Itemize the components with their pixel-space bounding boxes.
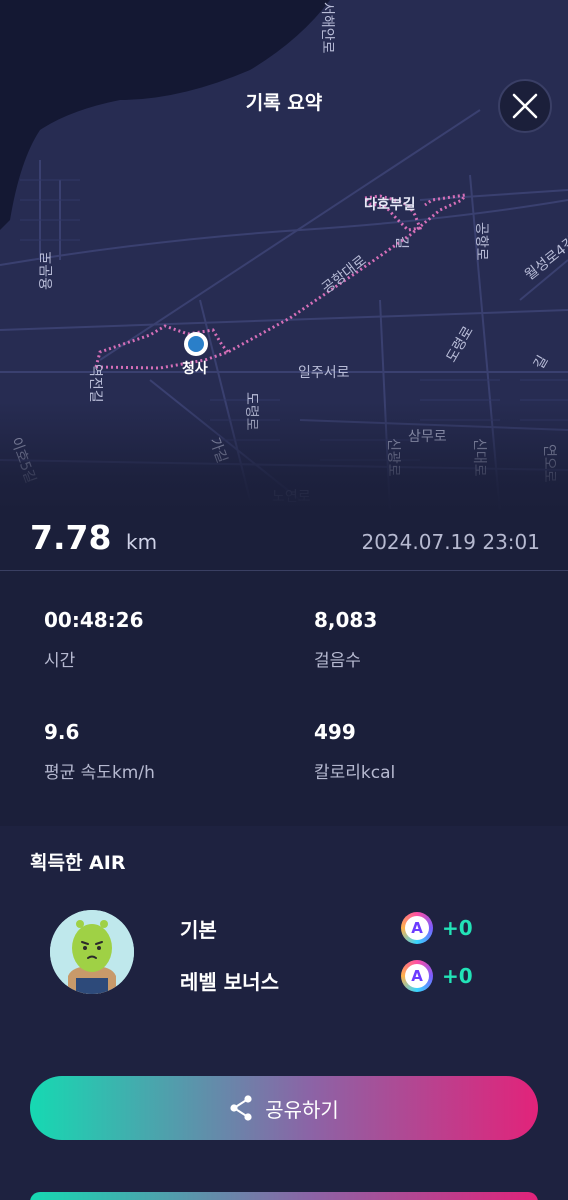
stat-speed-label: 평균 속도km/h <box>44 763 155 783</box>
air-title: 획득한 AIR <box>30 852 126 874</box>
reward-basic-label: 기본 <box>180 918 217 942</box>
reward-basic-value: +0 <box>442 916 473 940</box>
air-coin-icon: A <box>401 960 433 992</box>
stat-time-value: 00:48:26 <box>44 608 144 632</box>
stat-speed-value: 9.6 <box>44 720 80 744</box>
map-label-sindae: 신대로 <box>471 438 487 477</box>
record-datetime: 2024.07.19 23:01 <box>361 530 540 554</box>
map-label-noyeon: 노연로 <box>272 489 311 505</box>
share-label: 공유하기 <box>265 1097 339 1122</box>
map-label-ilju: 일주서로 <box>298 365 350 381</box>
share-icon <box>230 1095 252 1121</box>
stat-time-label: 시간 <box>44 651 76 671</box>
map-label-gil1: 길 <box>393 236 409 249</box>
divider <box>0 570 568 571</box>
map-label-yeono: 연오로 <box>541 444 557 483</box>
route-map[interactable]: 서해안로 용문로 다호부길 공항로 공항대로 길 월성로4길 도령로 길 일주서… <box>0 0 568 512</box>
air-coin-icon: A <box>401 912 433 944</box>
character-avatar <box>50 910 134 994</box>
close-button[interactable] <box>498 79 552 133</box>
close-icon <box>512 93 538 119</box>
map-label-yongmun: 용문로 <box>39 251 55 290</box>
stat-calories: 499 칼로리kcal <box>314 720 395 783</box>
summary-bar: 7.78 km 2024.07.19 23:01 <box>0 512 568 570</box>
map-label-yeokgeuk: 역전길 <box>87 364 103 403</box>
stat-time: 00:48:26 시간 <box>44 608 144 671</box>
coin-letter: A <box>405 916 429 940</box>
bottom-button-edge[interactable] <box>30 1192 538 1200</box>
stat-steps: 8,083 걸음수 <box>314 608 377 671</box>
reward-level-value: +0 <box>442 964 473 988</box>
stat-speed: 9.6 평균 속도km/h <box>44 720 155 783</box>
coin-letter: A <box>405 964 429 988</box>
map-label-cheongsa: 청사 <box>182 361 208 377</box>
air-card <box>0 826 568 1200</box>
stat-calories-label: 칼로리kcal <box>314 763 396 783</box>
distance-unit: km <box>126 530 158 554</box>
map-label-dodu: 다호부길 <box>364 197 416 213</box>
character-icon <box>50 910 134 994</box>
stat-steps-label: 걸음수 <box>314 651 361 671</box>
stat-steps-value: 8,083 <box>314 608 378 632</box>
map-label-doryeong2: 도령로 <box>243 392 259 431</box>
share-button[interactable]: 공유하기 <box>30 1076 538 1140</box>
map-label-samu: 삼무로 <box>408 429 447 445</box>
distance-value: 7.78 <box>30 518 112 557</box>
map-label-singwang: 신광로 <box>385 438 401 477</box>
map-label-seohae: 서해안로 <box>319 2 335 54</box>
map-label-gonghang: 공항로 <box>473 222 489 261</box>
reward-level-label: 레벨 보너스 <box>180 970 279 994</box>
page-title: 기록 요약 <box>245 92 323 114</box>
stat-calories-value: 499 <box>314 720 356 744</box>
